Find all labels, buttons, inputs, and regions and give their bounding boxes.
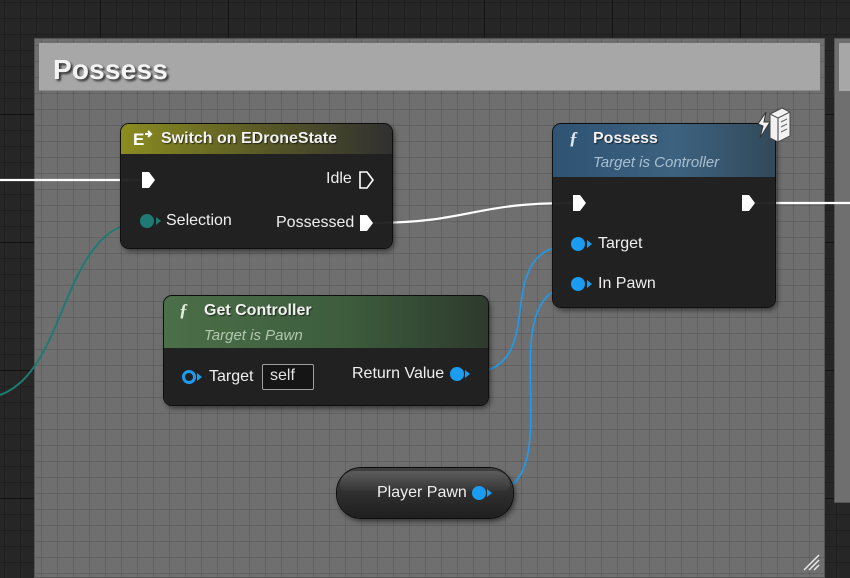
possessed-exec-pin[interactable]: [358, 214, 374, 232]
player-pawn-variable-node[interactable]: Player Pawn: [337, 468, 513, 518]
player-pawn-pin[interactable]: [472, 486, 486, 500]
server-authority-icon: [757, 107, 791, 143]
exec-out-pin[interactable]: [740, 194, 756, 212]
selection-pin-arrow: [156, 217, 161, 225]
idle-exec-pin[interactable]: [358, 171, 374, 189]
get-controller-node[interactable]: ƒ Get Controller Target is Pawn Target s…: [164, 296, 488, 405]
node-subtitle: Target is Pawn: [204, 327, 303, 344]
in-pawn-pin-arrow: [587, 280, 592, 288]
node-title: Possess: [593, 130, 658, 147]
target-pin[interactable]: [571, 237, 585, 251]
in-pawn-pin-label: In Pawn: [598, 275, 656, 292]
target-default-input[interactable]: self: [262, 364, 314, 390]
switch-enum-icon: E: [133, 130, 153, 148]
node-title: Get Controller: [204, 302, 312, 319]
svg-text:E: E: [133, 130, 144, 148]
object-wire-pawn: [485, 284, 579, 494]
target-pin-arrow: [197, 373, 202, 381]
possessed-pin-label: Possessed: [276, 214, 355, 231]
function-icon: ƒ: [179, 300, 188, 320]
return-value-pin[interactable]: [450, 367, 464, 381]
node-subtitle: Target is Controller: [593, 154, 720, 171]
in-pawn-pin[interactable]: [571, 277, 585, 291]
possess-node[interactable]: ƒ Possess Target is Controller Target In…: [553, 124, 775, 307]
exec-wire-possessed: [369, 201, 573, 225]
return-value-pin-arrow: [465, 370, 470, 378]
exec-in-pin[interactable]: [140, 171, 156, 189]
return-value-pin-label: Return Value: [352, 365, 445, 382]
target-pin-label: Target: [598, 235, 643, 252]
selection-pin[interactable]: [140, 214, 154, 228]
target-pin-label: Target: [209, 368, 254, 385]
node-title: Switch on EDroneState: [161, 130, 338, 147]
target-pin[interactable]: [182, 370, 196, 384]
function-icon: ƒ: [569, 128, 578, 148]
player-pawn-label: Player Pawn: [377, 484, 467, 501]
selection-pin-label: Selection: [166, 212, 232, 229]
idle-pin-label: Idle: [326, 170, 352, 187]
exec-in-pin[interactable]: [571, 194, 587, 212]
player-pawn-pin-arrow: [487, 489, 492, 497]
target-pin-arrow: [587, 240, 592, 248]
switch-on-enum-node[interactable]: E Switch on EDroneState Idle Selection P…: [121, 124, 392, 248]
